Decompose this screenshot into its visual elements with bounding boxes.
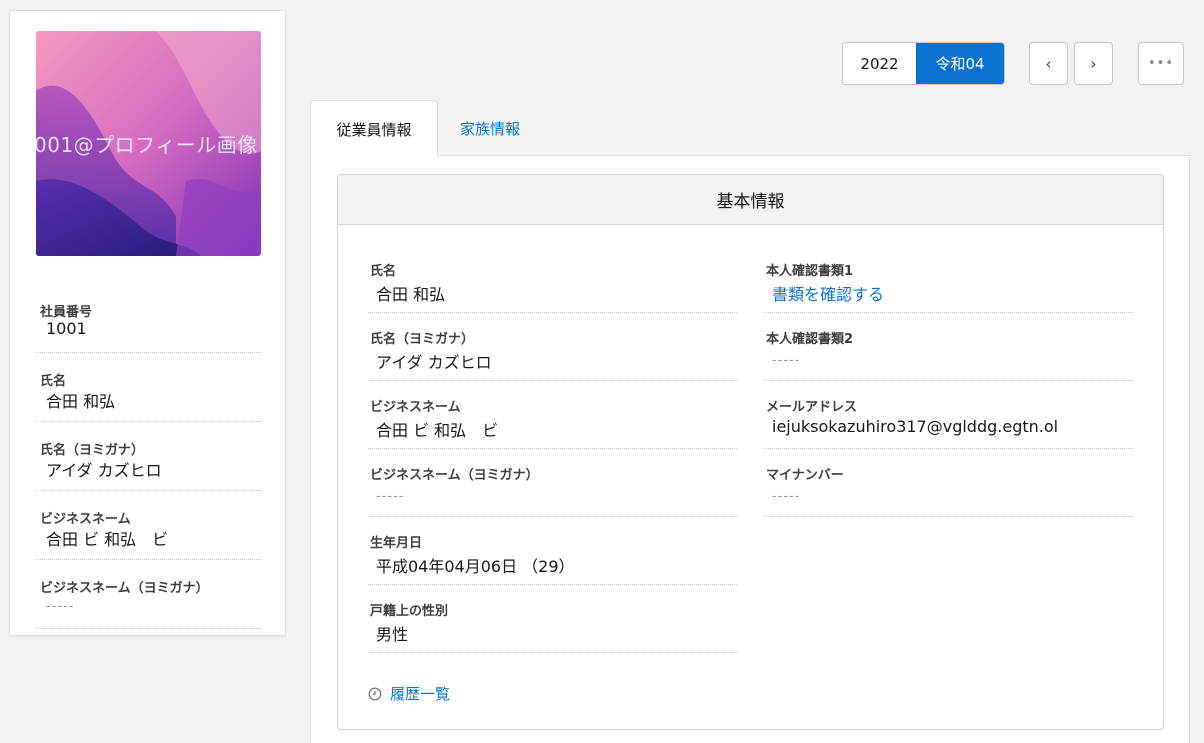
info-field-id-document-1: 本人確認書類1 書類を確認する	[764, 245, 1133, 313]
info-field-birthdate: 生年月日 平成04年04月06日 （29）	[368, 517, 737, 585]
field-label: メールアドレス	[766, 400, 858, 415]
profile-card: 001@プロフィール画像 社員番号 1001 氏名 合田 和弘 氏名（ヨミガナ）…	[9, 10, 286, 636]
field-label: 生年月日	[370, 536, 423, 551]
field-label: ビジネスネーム（ヨミガナ）	[40, 581, 209, 596]
profile-field-name: 氏名 合田 和弘	[36, 353, 261, 422]
field-value: 合田 ビ 和弘 ビ	[376, 421, 499, 440]
profile-image-alt-text: 001@プロフィール画像	[36, 133, 258, 157]
info-field-business-name: ビジネスネーム 合田 ビ 和弘 ビ	[368, 381, 737, 449]
field-value: iejuksokazuhiro317@vglddg.egtn.ol	[772, 417, 1059, 436]
field-label: ビジネスネーム	[370, 400, 461, 415]
field-label: 氏名（ヨミガナ）	[370, 332, 475, 347]
history-list-link[interactable]: 履歴一覧	[368, 683, 450, 704]
field-value: 男性	[376, 625, 409, 644]
tab-employee-info[interactable]: 従業員情報	[310, 100, 438, 157]
field-value: 合田 和弘	[46, 392, 116, 411]
info-field-name-kana: 氏名（ヨミガナ） アイダ カズヒロ	[368, 313, 737, 381]
basic-info-title: 基本情報	[338, 175, 1163, 225]
more-actions-button[interactable]: •••	[1138, 42, 1184, 85]
basic-info-right-column: 本人確認書類1 書類を確認する 本人確認書類2 ----- メールアドレス ie…	[764, 245, 1133, 517]
profile-field-employee-number: 社員番号 1001	[36, 284, 261, 353]
basic-info-card: 基本情報 氏名 合田 和弘 氏名（ヨミガナ） アイダ カズヒロ ビジネスネーム …	[337, 174, 1164, 730]
field-label: 本人確認書類2	[766, 332, 854, 347]
field-value: -----	[46, 599, 75, 614]
profile-fields: 社員番号 1001 氏名 合田 和弘 氏名（ヨミガナ） アイダ カズヒロ ビジネ…	[36, 284, 261, 629]
western-year-button[interactable]: 2022	[843, 43, 916, 84]
field-label: 氏名（ヨミガナ）	[40, 443, 145, 458]
field-value: アイダ カズヒロ	[46, 461, 162, 480]
clock-icon	[368, 687, 382, 700]
info-field-name: 氏名 合田 和弘	[368, 245, 737, 313]
profile-image: 001@プロフィール画像	[36, 31, 261, 256]
field-value: 合田 和弘	[376, 285, 446, 304]
field-value: -----	[376, 489, 405, 504]
info-field-my-number: マイナンバー -----	[764, 449, 1133, 517]
field-label: ビジネスネーム	[40, 512, 131, 527]
field-value: 平成04年04月06日 （29）	[376, 557, 575, 576]
profile-field-name-kana: 氏名（ヨミガナ） アイダ カズヒロ	[36, 422, 261, 491]
history-link-label: 履歴一覧	[390, 685, 451, 703]
japanese-year-button[interactable]: 令和04	[916, 43, 1004, 84]
field-label: 氏名	[370, 264, 397, 279]
field-value: -----	[772, 353, 801, 368]
field-value: アイダ カズヒロ	[376, 353, 492, 372]
view-document-link[interactable]: 書類を確認する	[772, 281, 884, 305]
info-field-business-name-kana: ビジネスネーム（ヨミガナ） -----	[368, 449, 737, 517]
field-label: 戸籍上の性別	[370, 604, 449, 619]
field-label: ビジネスネーム（ヨミガナ）	[370, 468, 539, 483]
field-value: 1001	[46, 319, 87, 338]
profile-field-business-name: ビジネスネーム 合田 ビ 和弘 ビ	[36, 491, 261, 560]
field-value: -----	[772, 489, 801, 504]
more-icon: •••	[1147, 56, 1174, 71]
tab-family-info[interactable]: 家族情報	[460, 100, 520, 156]
field-label: 社員番号	[40, 305, 93, 320]
previous-button[interactable]: ‹	[1029, 42, 1068, 85]
field-value: 合田 ビ 和弘 ビ	[46, 530, 169, 549]
chevron-left-icon: ‹	[1045, 54, 1052, 73]
field-label: 本人確認書類1	[766, 264, 854, 279]
basic-info-left-column: 氏名 合田 和弘 氏名（ヨミガナ） アイダ カズヒロ ビジネスネーム 合田 ビ …	[368, 245, 737, 653]
info-field-gender: 戸籍上の性別 男性	[368, 585, 737, 653]
next-button[interactable]: ›	[1074, 42, 1113, 85]
info-field-email: メールアドレス iejuksokazuhiro317@vglddg.egtn.o…	[764, 381, 1133, 449]
info-field-id-document-2: 本人確認書類2 -----	[764, 313, 1133, 381]
profile-field-business-name-kana: ビジネスネーム（ヨミガナ） -----	[36, 560, 261, 629]
year-toggle-group: 2022 令和04	[842, 42, 1005, 85]
chevron-right-icon: ›	[1090, 54, 1097, 73]
field-label: 氏名	[40, 374, 67, 389]
field-label: マイナンバー	[766, 468, 844, 483]
